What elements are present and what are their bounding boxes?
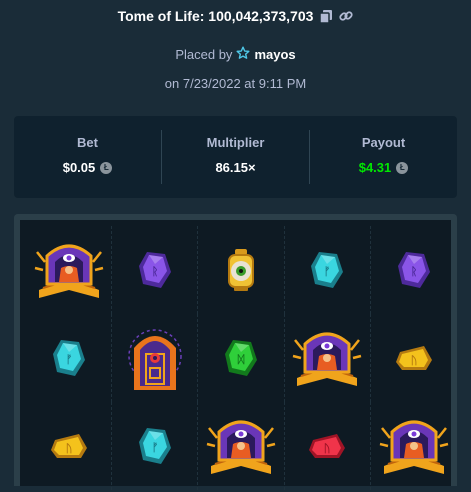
multiplier-stat: Multiplier 86.15× <box>161 130 309 184</box>
link-icon[interactable] <box>339 9 354 23</box>
tome-wild-icon <box>206 420 276 474</box>
username-link[interactable]: mayos <box>254 47 295 62</box>
yellow-gem-icon: ᚢ <box>50 434 87 458</box>
payout-value: $4.31 <box>358 160 392 175</box>
svg-text:ᛞ: ᛞ <box>237 353 245 366</box>
cyan-gem-icon: ᚠ <box>52 340 85 376</box>
bet-stats-panel: Bet $0.05 Ł Multiplier 86.15× Payout $4.… <box>14 116 457 198</box>
cyan-gem-symbol: ᚠ <box>285 226 371 314</box>
eye-lantern-icon <box>227 249 254 291</box>
purple-gem-symbol: ᚱ <box>112 226 199 314</box>
purple-gem-icon: ᚱ <box>397 252 430 288</box>
svg-text:ᚠ: ᚠ <box>151 441 158 454</box>
arch-door-symbol <box>112 314 199 402</box>
svg-text:ᚢ: ᚢ <box>411 354 418 367</box>
tome-wild-symbol <box>198 402 285 490</box>
cyan-gem-symbol: ᚠ <box>112 402 199 490</box>
green-gem-icon: ᛞ <box>224 340 257 376</box>
yellow-gem-symbol: ᚢ <box>26 402 113 490</box>
star-icon <box>236 46 250 63</box>
eye-lantern-symbol <box>198 226 285 314</box>
purple-gem-icon: ᚱ <box>138 252 171 288</box>
bet-value: $0.05 <box>62 160 96 175</box>
bet-value-row: $0.05 Ł <box>63 160 113 175</box>
multiplier-value: 86.15× <box>215 160 256 175</box>
tome-wild-symbol <box>26 226 113 314</box>
red-gem-symbol: ᚢ <box>285 402 371 490</box>
copy-icon[interactable] <box>319 9 333 23</box>
placed-by-label: Placed by <box>175 47 233 62</box>
multiplier-label: Multiplier <box>206 135 265 150</box>
green-gem-symbol: ᛞ <box>198 314 285 402</box>
tome-wild-icon <box>292 332 362 386</box>
reel-grid: ᚱ ᚠ ᚱ ᚠ ᛞ ᚢ ᚢ ᚠ ᚢ <box>26 226 457 492</box>
yellow-gem-symbol: ᚢ <box>371 314 457 402</box>
svg-text:ᚱ: ᚱ <box>151 265 158 278</box>
cyan-gem-icon: ᚠ <box>311 252 344 288</box>
svg-text:ᚢ: ᚢ <box>65 442 72 455</box>
bet-label: Bet <box>77 135 98 150</box>
yellow-gem-icon: ᚢ <box>395 346 432 370</box>
payout-value-row: $4.31 Ł <box>359 160 409 175</box>
cyan-gem-icon: ᚠ <box>138 428 171 464</box>
litecoin-icon: Ł <box>100 161 113 174</box>
bet-date: on 7/23/2022 at 9:11 PM <box>164 76 307 91</box>
svg-text:ᚱ: ᚱ <box>411 265 418 278</box>
title-row: Tome of Life: 100,042,373,703 <box>0 8 471 24</box>
game-bet-title: Tome of Life: 100,042,373,703 <box>117 8 314 24</box>
svg-text:ᚢ: ᚢ <box>324 442 331 455</box>
arch-door-icon <box>128 329 182 390</box>
payout-label: Payout <box>361 135 406 150</box>
litecoin-icon: Ł <box>396 161 409 174</box>
svg-text:ᚠ: ᚠ <box>65 353 72 366</box>
purple-gem-symbol: ᚱ <box>371 226 457 314</box>
bet-stat: Bet $0.05 Ł <box>14 116 161 198</box>
placed-by-row: Placed by mayos <box>0 46 471 63</box>
slot-board: ᚱ ᚠ ᚱ ᚠ ᛞ ᚢ ᚢ ᚠ ᚢ <box>14 214 457 490</box>
tome-wild-symbol <box>285 314 371 402</box>
tome-wild-icon <box>34 244 103 298</box>
red-gem-icon: ᚢ <box>309 434 346 458</box>
tome-wild-icon <box>379 420 449 474</box>
svg-text:ᚠ: ᚠ <box>324 265 331 278</box>
multiplier-value-row: 86.15× <box>215 160 255 175</box>
tome-wild-symbol <box>371 402 457 490</box>
payout-stat: Payout $4.31 Ł <box>309 130 457 184</box>
cyan-gem-symbol: ᚠ <box>26 314 113 402</box>
